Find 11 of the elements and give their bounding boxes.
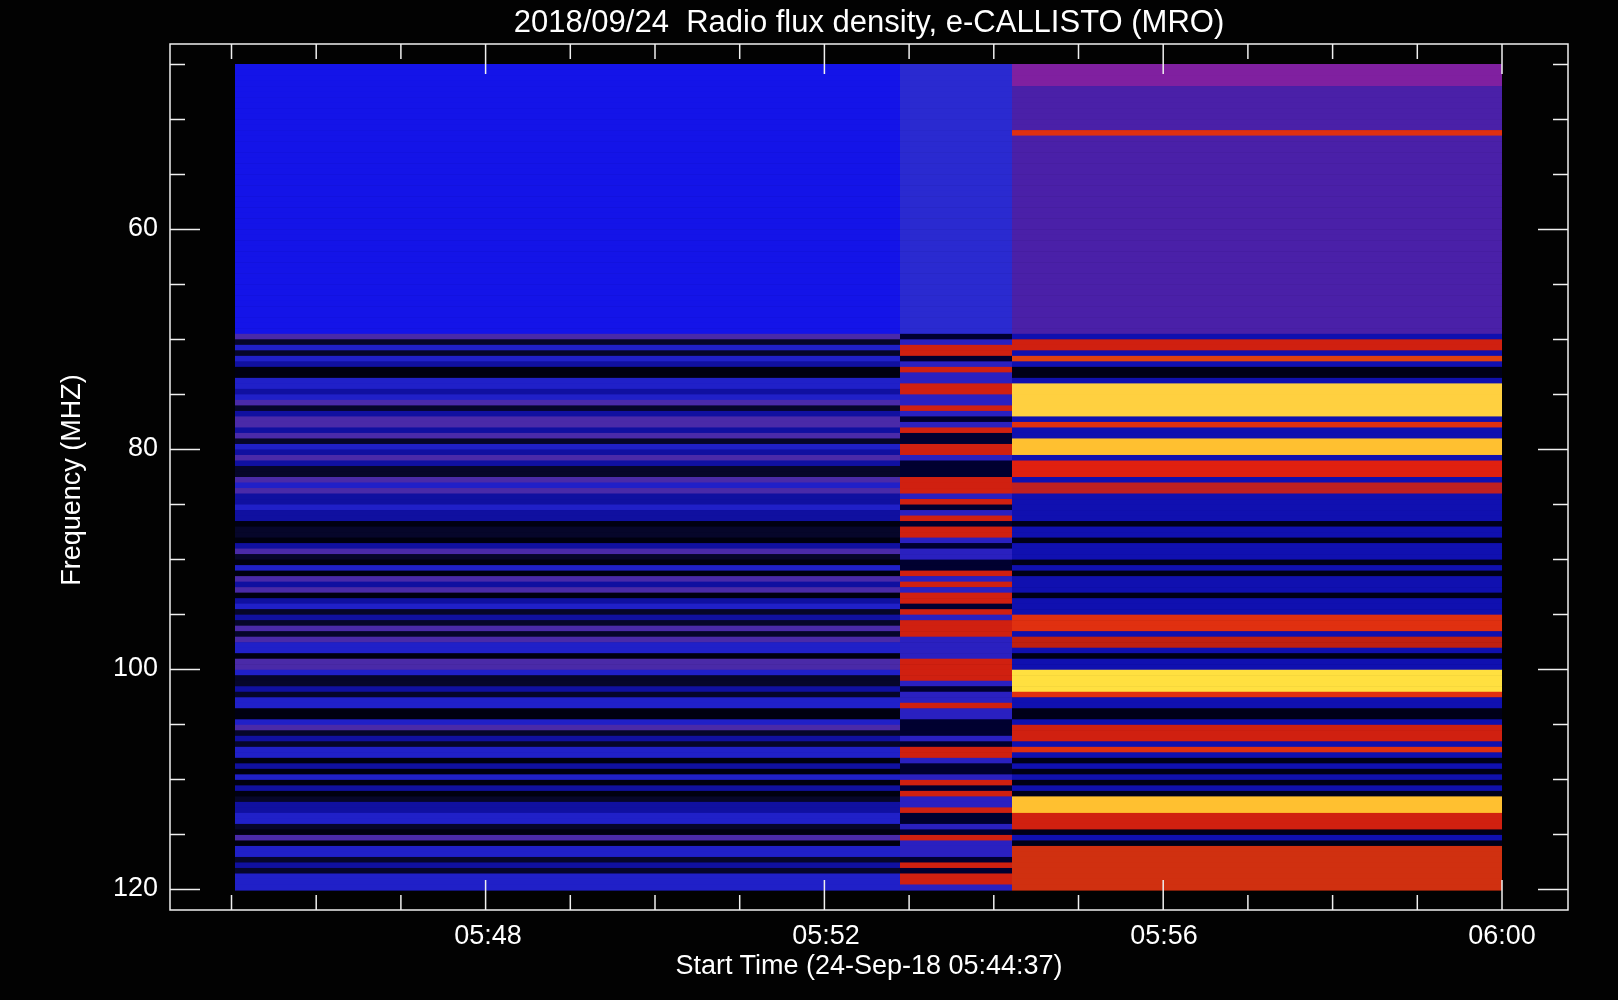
y-tick-label: 60	[126, 211, 159, 244]
x-tick-label: 05:56	[1129, 919, 1199, 952]
chart-title: 2018/09/24 Radio flux density, e-CALLISTO (MRO)	[512, 3, 1226, 41]
y-tick-label: 100	[111, 651, 159, 684]
y-tick-label: 80	[126, 431, 159, 464]
x-tick-label: 05:48	[453, 919, 523, 952]
y-axis-label: Frequency (MHZ)	[55, 373, 88, 588]
x-tick-label: 06:00	[1467, 919, 1537, 952]
x-tick-label: 05:52	[791, 919, 861, 952]
x-axis-label: Start Time (24-Sep-18 05:44:37)	[674, 949, 1064, 982]
y-tick-label: 120	[111, 871, 159, 904]
